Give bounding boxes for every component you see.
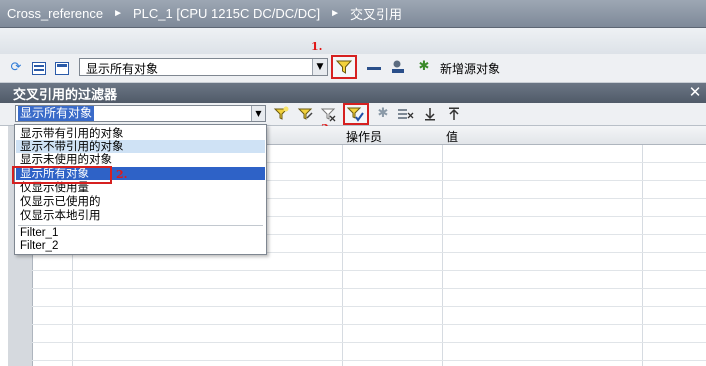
collapse-all-icon[interactable]: [54, 60, 70, 76]
filter-select[interactable]: 显示所有对象 ▼: [15, 105, 266, 122]
table-row[interactable]: [32, 360, 706, 361]
chevron-down-icon[interactable]: ▼: [312, 59, 327, 75]
move-up-icon[interactable]: [446, 106, 462, 122]
dropdown-divider: [18, 225, 263, 226]
table-row[interactable]: [32, 288, 706, 289]
breadcrumb-plc[interactable]: PLC_1 [CPU 1215C DC/DC/DC]: [133, 6, 320, 21]
refresh-icon[interactable]: ⟳: [8, 60, 24, 76]
view-select-value: 显示所有对象: [86, 62, 159, 76]
breadcrumb-project[interactable]: Cross_reference: [7, 6, 103, 21]
dropdown-item-unused[interactable]: 显示未使用的对象: [16, 153, 265, 166]
edit-filter-icon[interactable]: [297, 106, 313, 122]
main-toolbar: ⟳ 显示所有对象 ▼ ✱ 新增源对象: [0, 54, 706, 82]
user-search-icon[interactable]: [390, 59, 406, 75]
filter-button[interactable]: [331, 55, 357, 79]
delete-filter-icon[interactable]: [320, 106, 336, 122]
breadcrumb-bar: Cross_reference ► PLC_1 [CPU 1215C DC/DC…: [0, 0, 706, 28]
delete-row-icon[interactable]: [398, 106, 414, 122]
table-row[interactable]: [32, 324, 706, 325]
close-icon[interactable]: ✕: [687, 84, 703, 100]
breadcrumb: Cross_reference ► PLC_1 [CPU 1215C DC/DC…: [7, 4, 402, 23]
apply-filter-button[interactable]: [343, 103, 369, 125]
new-source-icon[interactable]: ✱: [416, 59, 432, 75]
annotation-highlight-box: [12, 166, 112, 184]
view-select[interactable]: 显示所有对象 ▼: [79, 58, 328, 76]
filter-select-value: 显示所有对象: [18, 106, 95, 121]
dropdown-item-local-refs[interactable]: 仅显示本地引用: [16, 209, 265, 222]
add-row-icon[interactable]: ✱: [375, 106, 391, 122]
dropdown-item-used-only[interactable]: 仅显示已使用的: [16, 195, 265, 208]
new-filter-icon[interactable]: [273, 106, 289, 122]
editor-header-band: [0, 28, 706, 54]
filter-toolbar: 显示所有对象 ▼ ✱: [0, 103, 706, 126]
filter-dropdown-list: 显示带有引用的对象 显示不带引用的对象 显示未使用的对象 显示所有对象 仅显示使…: [14, 124, 267, 255]
breadcrumb-page: 交叉引用: [350, 7, 403, 22]
table-row[interactable]: [32, 306, 706, 307]
breadcrumb-separator: ►: [113, 8, 124, 19]
table-row[interactable]: [32, 342, 706, 343]
column-header-operator[interactable]: 操作员: [346, 128, 382, 145]
dropdown-item-filter-2[interactable]: Filter_2: [16, 240, 265, 253]
filter-funnel-icon: [336, 60, 352, 74]
filter-panel-header: 交叉引用的过滤器 ✕: [0, 83, 706, 103]
goto-icon[interactable]: [367, 60, 383, 76]
table-row[interactable]: [32, 270, 706, 271]
annotation-step-2: 2.: [116, 168, 128, 181]
move-down-icon[interactable]: [422, 106, 438, 122]
annotation-step-1: 1.: [311, 40, 323, 53]
expand-all-icon[interactable]: [31, 60, 47, 76]
breadcrumb-separator: ►: [330, 8, 341, 19]
chevron-down-icon[interactable]: ▼: [251, 106, 265, 121]
new-source-label[interactable]: 新增源对象: [440, 60, 500, 77]
column-header-value[interactable]: 值: [446, 128, 458, 145]
filter-apply-icon: [347, 107, 364, 122]
dropdown-item-filter-1[interactable]: Filter_1: [16, 227, 265, 240]
filter-panel-title: 交叉引用的过滤器: [13, 88, 118, 103]
